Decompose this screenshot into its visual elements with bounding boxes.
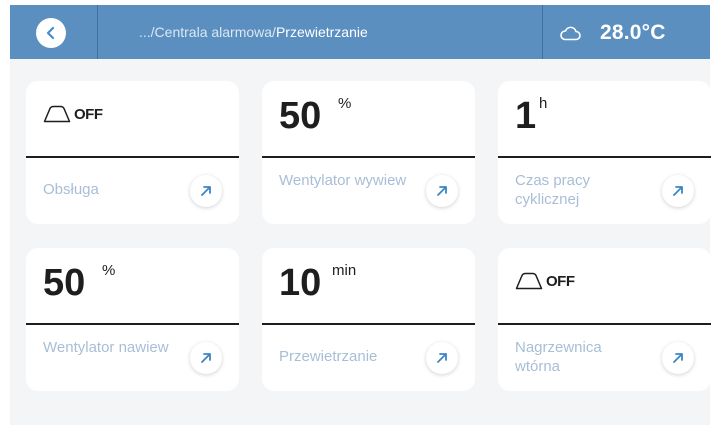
unit-text: % [102,262,116,279]
arrow-up-right-icon [673,186,683,196]
header-bar: .../Centrala alarmowa/Przewietrzanie 28.… [10,5,710,59]
tile-obsluga[interactable]: OFF Obsługa [26,81,239,224]
tile-czas-pracy-cyklicznej[interactable]: 1 h Czas pracy cyklicznej [498,81,711,224]
unit-text: h [539,95,548,112]
open-button[interactable] [426,342,458,374]
tile-nagrzewnica-wtorna[interactable]: OFF Nagrzewnica wtórna [498,248,711,391]
breadcrumb-path[interactable]: .../Centrala alarmowa/ [139,24,276,40]
tile-label: Wentylator wywiew [279,172,407,189]
back-button[interactable] [36,18,66,48]
screen: .../Centrala alarmowa/Przewietrzanie 28.… [10,5,711,425]
arrow-up-right-icon [201,353,211,363]
open-button[interactable] [662,175,694,207]
unit-text: % [338,95,352,112]
value-text: 10 [279,262,322,304]
breadcrumb: .../Centrala alarmowa/Przewietrzanie [139,5,368,59]
tile-label: Czas pracy cyklicznej [515,172,591,208]
tile-divider [498,323,711,325]
bell-outline-icon [43,105,71,123]
open-button[interactable] [190,175,222,207]
tile-przewietrzanie[interactable]: 10 min Przewietrzanie [262,248,475,391]
chevron-left-icon [46,26,55,40]
temperature-readout: 28.0°C [600,21,666,44]
value-text: 50 [43,262,86,304]
open-button[interactable] [662,342,694,374]
open-button[interactable] [190,342,222,374]
breadcrumb-current: Przewietrzanie [275,24,368,40]
bell-outline-icon [515,272,543,290]
tile-label: Wentylator nawiew [43,339,169,356]
tile-divider [262,323,475,325]
state-text: OFF [546,272,575,290]
tile-divider [26,156,239,158]
tile-label: Nagrzewnica wtórna [515,339,602,375]
open-button[interactable] [426,175,458,207]
tile-label: Obsługa [43,181,99,198]
tile-divider [262,156,475,158]
value-text: 50 [279,95,322,137]
state-indicator: OFF [515,271,575,291]
arrow-up-right-icon [437,353,447,363]
tile-divider [26,323,239,325]
arrow-up-right-icon [673,353,683,363]
tile-wentylator-nawiew[interactable]: 50 % Wentylator nawiew [26,248,239,391]
tile-wentylator-wywiew[interactable]: 50 % Wentylator wywiew [262,81,475,224]
state-indicator: OFF [43,104,103,124]
unit-text: min [332,262,357,279]
tile-divider [498,156,711,158]
header-divider [542,5,543,59]
arrow-up-right-icon [437,186,447,196]
tile-label: Przewietrzanie [279,348,378,365]
cloud-icon [560,26,581,41]
header-divider [97,5,98,59]
arrow-up-right-icon [201,186,211,196]
state-text: OFF [74,105,103,123]
value-text: 1 [515,95,537,137]
